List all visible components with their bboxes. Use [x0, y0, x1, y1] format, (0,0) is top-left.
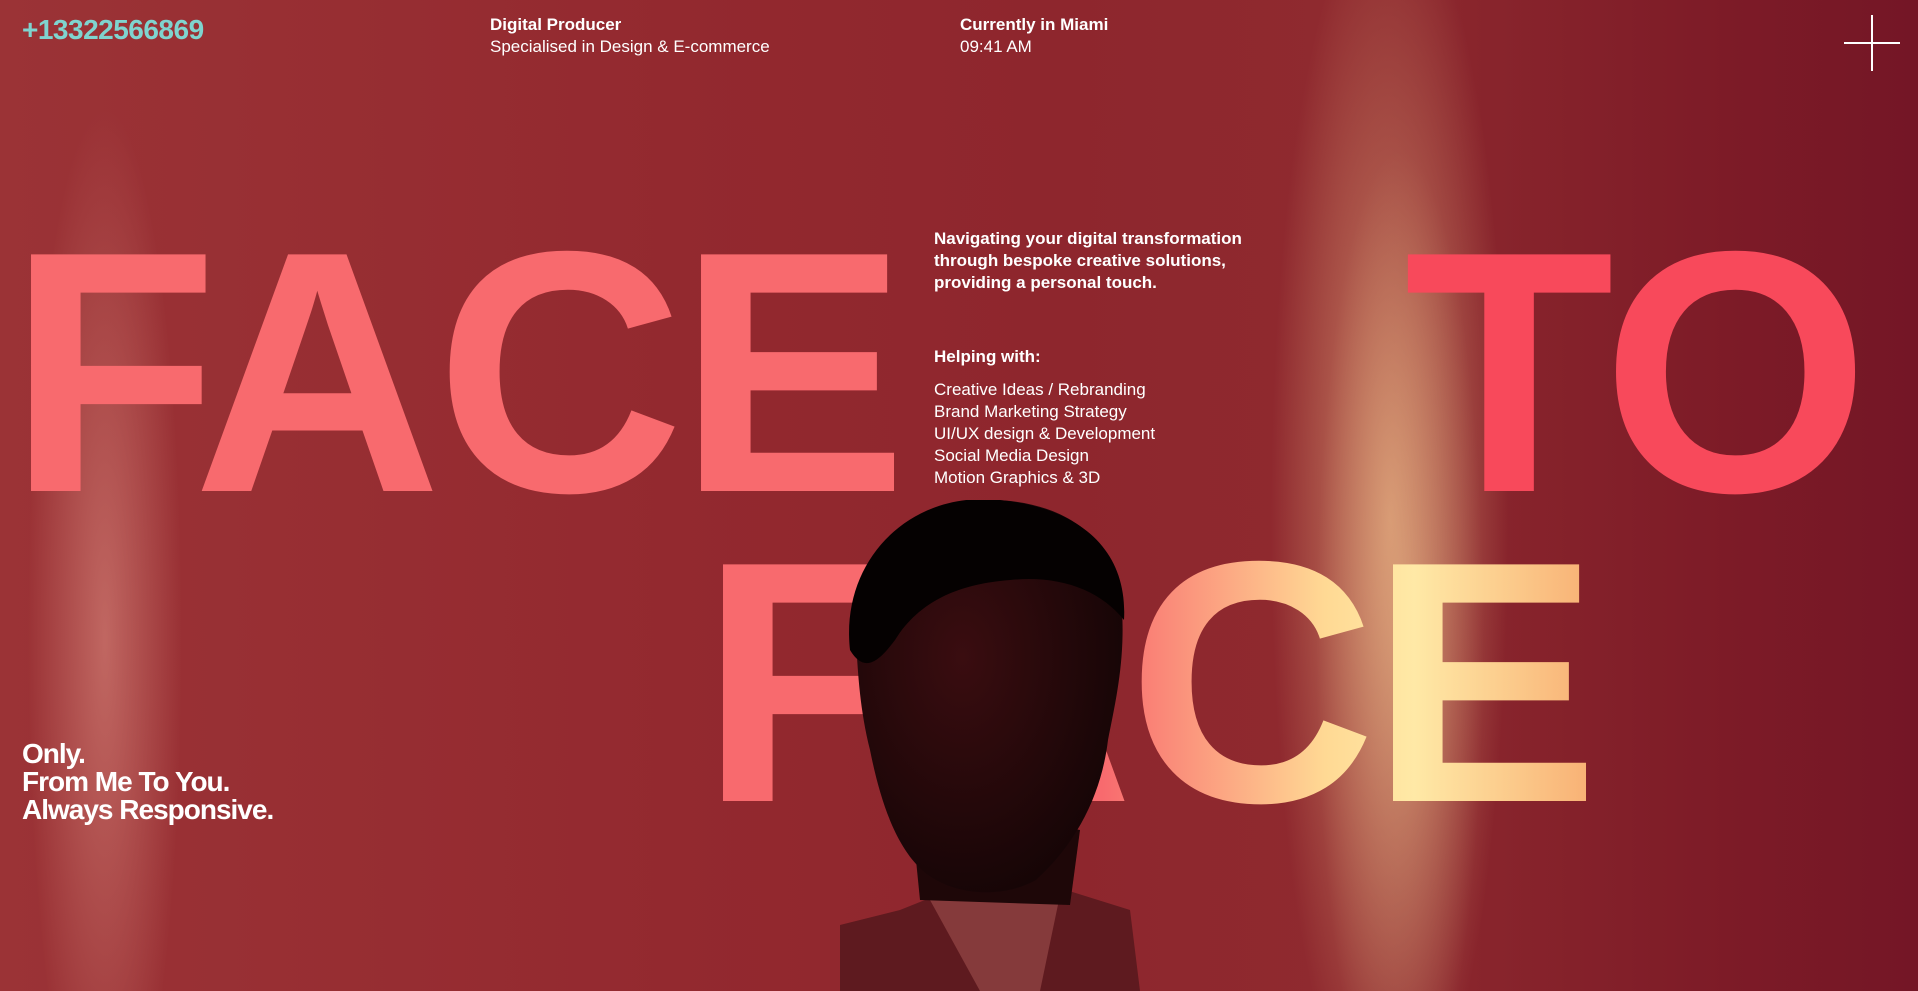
services-block: Helping with: Creative Ideas / Rebrandin… — [934, 346, 1155, 489]
tagline-line-2: From Me To You. — [22, 766, 230, 797]
intro-text: Navigating your digital transformation t… — [934, 229, 1242, 292]
service-item: UI/UX design & Development — [934, 424, 1156, 443]
tagline-line-3: Always Responsive. — [22, 794, 274, 825]
location-title: Currently in Miami — [960, 15, 1109, 34]
phone-link[interactable]: +13322566869 — [22, 14, 204, 46]
tagline: Only. From Me To You. Always Responsive. — [22, 738, 274, 825]
local-time: 09:41 AM — [960, 37, 1032, 56]
role-title: Digital Producer — [490, 15, 622, 34]
role-subtitle: Specialised in Design & E-commerce — [490, 37, 770, 56]
person-silhouette — [840, 500, 1140, 991]
service-item: Social Media Design — [934, 446, 1089, 465]
services-list: Creative Ideas / Rebranding Brand Market… — [934, 379, 1155, 489]
service-item: Creative Ideas / Rebranding — [934, 380, 1146, 399]
service-item: Brand Marketing Strategy — [934, 402, 1127, 421]
role-block: Digital Producer Specialised in Design &… — [490, 14, 770, 58]
location-block: Currently in Miami 09:41 AM — [960, 14, 1108, 58]
service-item: Motion Graphics & 3D — [934, 468, 1101, 487]
plus-icon[interactable] — [1844, 15, 1900, 71]
tagline-line-1: Only. — [22, 738, 86, 769]
services-heading: Helping with: — [934, 347, 1041, 366]
